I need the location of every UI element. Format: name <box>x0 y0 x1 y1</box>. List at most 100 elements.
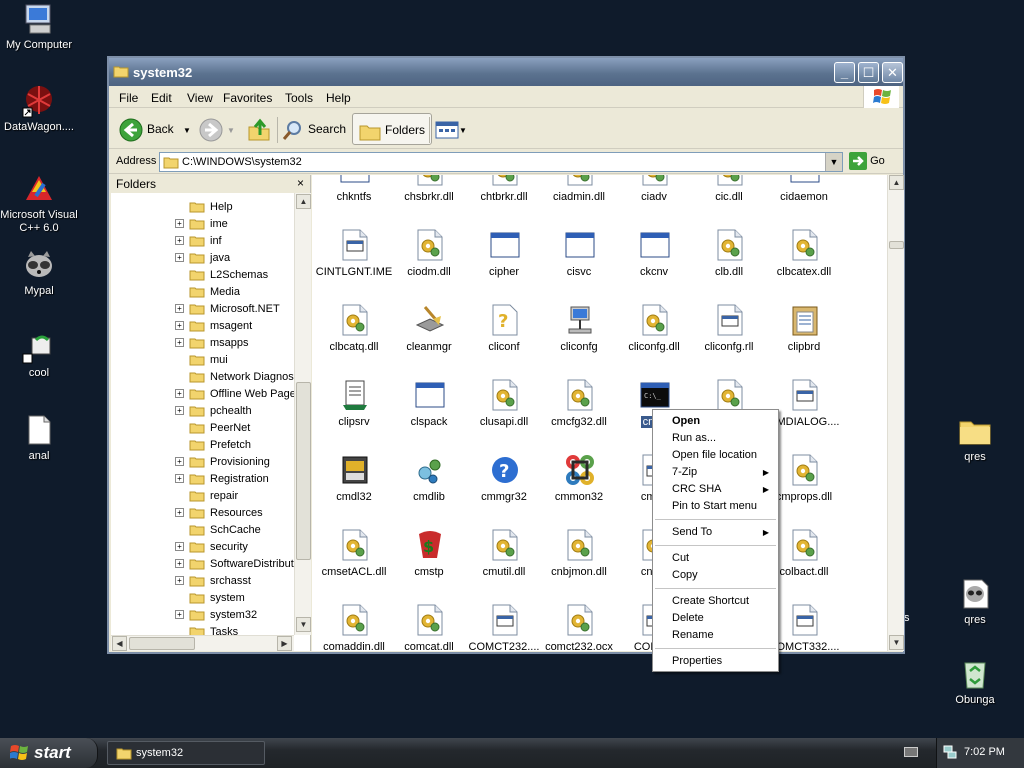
folder-tree-item[interactable]: mui <box>111 352 294 369</box>
clock[interactable]: 7:02 PM <box>964 746 1005 758</box>
search-button[interactable]: Search <box>282 113 346 145</box>
folder-tree-vscrollbar[interactable]: ▲ ▼ <box>294 193 311 635</box>
context-menu-item[interactable]: Copy <box>654 567 777 584</box>
file-item[interactable]: cmdlib <box>391 445 467 520</box>
folder-tree-item[interactable]: + Offline Web Page <box>111 386 294 403</box>
start-button[interactable]: start <box>0 738 98 768</box>
context-menu-item[interactable]: Pin to Start menu <box>654 498 777 515</box>
network-tray-icon[interactable] <box>943 745 957 759</box>
scroll-thumb[interactable] <box>889 241 904 249</box>
views-dropdown-icon[interactable]: ▼ <box>459 126 467 135</box>
desktop-icon[interactable]: cool <box>0 330 84 380</box>
file-item[interactable]: cmmon32 <box>541 445 617 520</box>
file-item[interactable]: clb.dll <box>691 220 767 295</box>
file-item[interactable]: cidaemon <box>766 175 842 220</box>
folder-tree-item[interactable]: Tasks <box>111 624 294 635</box>
desktop-icon[interactable]: anal <box>0 413 84 463</box>
hscroll-thumb[interactable] <box>129 637 195 650</box>
file-item[interactable]: ciodm.dll <box>391 220 467 295</box>
expand-icon[interactable]: + <box>175 219 184 228</box>
expand-icon[interactable]: + <box>175 253 184 262</box>
minimize-button[interactable]: _ <box>834 62 855 83</box>
file-item[interactable]: cliconfg <box>541 295 617 370</box>
desktop-icon[interactable]: Microsoft Visual C++ 6.0 <box>0 172 84 235</box>
file-item[interactable]: clbcatq.dll <box>316 295 392 370</box>
folder-tree-item[interactable]: + pchealth <box>111 403 294 420</box>
folder-tree-item[interactable]: Network Diagnost <box>111 369 294 386</box>
desktop-icon[interactable]: qres <box>930 577 1020 627</box>
file-item[interactable]: ? cmmgr32 <box>466 445 542 520</box>
forward-button[interactable]: ▼ <box>199 113 235 145</box>
file-item[interactable]: cisvc <box>541 220 617 295</box>
file-item[interactable]: chsbrkr.dll <box>391 175 467 220</box>
file-item[interactable]: cleanmgr <box>391 295 467 370</box>
folder-tree-item[interactable]: + Provisioning <box>111 454 294 471</box>
file-item[interactable]: cmutil.dll <box>466 520 542 595</box>
folder-tree-item[interactable]: + Microsoft.NET <box>111 301 294 318</box>
go-button[interactable]: Go <box>849 152 885 170</box>
folder-tree-item[interactable]: + Resources <box>111 505 294 522</box>
file-item[interactable]: ciadv <box>616 175 692 220</box>
expand-icon[interactable]: + <box>175 406 184 415</box>
folder-tree-item[interactable]: + ime <box>111 216 294 233</box>
expand-icon[interactable]: + <box>175 474 184 483</box>
context-menu-item[interactable]: Cut <box>654 550 777 567</box>
expand-icon[interactable]: + <box>175 389 184 398</box>
context-menu-item[interactable]: 7-Zip ▶ <box>654 464 777 481</box>
folder-tree-item[interactable]: Prefetch <box>111 437 294 454</box>
back-button[interactable]: Back ▼ <box>119 113 191 145</box>
expand-icon[interactable]: + <box>175 508 184 517</box>
close-button[interactable]: ✕ <box>882 62 903 83</box>
desktop-icon[interactable]: qres <box>930 414 1020 464</box>
folder-tree-item[interactable]: + msagent <box>111 318 294 335</box>
folder-tree-item[interactable]: + msapps <box>111 335 294 352</box>
desktop-icon[interactable]: DataWagon.... <box>0 84 84 134</box>
desktop-icon[interactable]: Mypal <box>0 248 84 298</box>
keyboard-icon[interactable] <box>904 747 918 757</box>
address-input[interactable]: C:\WINDOWS\system32 ▼ <box>159 152 843 172</box>
expand-icon[interactable]: + <box>175 457 184 466</box>
scroll-up-icon[interactable]: ▲ <box>889 175 904 190</box>
file-item[interactable]: cic.dll <box>691 175 767 220</box>
scroll-down-icon[interactable]: ▼ <box>296 617 311 632</box>
context-menu-item[interactable]: Rename <box>654 627 777 644</box>
file-item[interactable]: clipbrd <box>766 295 842 370</box>
file-item[interactable]: COMCT232.... <box>466 595 542 651</box>
file-item[interactable]: cnbjmon.dll <box>541 520 617 595</box>
context-menu-item[interactable]: CRC SHA ▶ <box>654 481 777 498</box>
file-item[interactable]: CINTLGNT.IME <box>316 220 392 295</box>
menu-tools[interactable]: Tools <box>285 91 313 105</box>
menu-help[interactable]: Help <box>326 91 351 105</box>
menu-file[interactable]: File <box>119 91 138 105</box>
file-item[interactable]: $ cmstp <box>391 520 467 595</box>
views-button[interactable]: ▼ <box>435 113 467 145</box>
expand-icon[interactable]: + <box>175 338 184 347</box>
folder-tree-item[interactable]: + SoftwareDistribut <box>111 556 294 573</box>
folder-tree-hscrollbar[interactable]: ◀ ▶ <box>111 635 294 651</box>
taskbar-item-system32[interactable]: system32 <box>107 741 265 765</box>
back-dropdown-icon[interactable]: ▼ <box>183 126 191 135</box>
up-folder-button[interactable] <box>247 113 271 145</box>
close-folders-pane-icon[interactable]: × <box>297 176 304 190</box>
folder-tree-item[interactable]: + security <box>111 539 294 556</box>
context-menu-item[interactable]: Delete <box>654 610 777 627</box>
menu-edit[interactable]: Edit <box>151 91 172 105</box>
maximize-button[interactable]: ☐ <box>858 62 879 83</box>
menu-view[interactable]: View <box>187 91 213 105</box>
context-menu-item[interactable]: Send To ▶ <box>654 524 777 541</box>
scroll-up-icon[interactable]: ▲ <box>296 194 311 209</box>
folder-tree-item[interactable]: + java <box>111 250 294 267</box>
file-item[interactable]: chtbrkr.dll <box>466 175 542 220</box>
scroll-left-icon[interactable]: ◀ <box>112 636 127 651</box>
folder-tree-item[interactable]: system <box>111 590 294 607</box>
folder-tree-item[interactable]: PeerNet <box>111 420 294 437</box>
scroll-down-icon[interactable]: ▼ <box>889 635 904 650</box>
file-item[interactable]: clusapi.dll <box>466 370 542 445</box>
menu-favorites[interactable]: Favorites <box>223 91 272 105</box>
scroll-right-icon[interactable]: ▶ <box>277 636 292 651</box>
file-item[interactable]: comaddin.dll <box>316 595 392 651</box>
folder-tree-item[interactable]: L2Schemas <box>111 267 294 284</box>
file-item[interactable]: comct232.ocx <box>541 595 617 651</box>
folder-tree-item[interactable]: Media <box>111 284 294 301</box>
context-menu-item[interactable]: Run as... <box>654 430 777 447</box>
